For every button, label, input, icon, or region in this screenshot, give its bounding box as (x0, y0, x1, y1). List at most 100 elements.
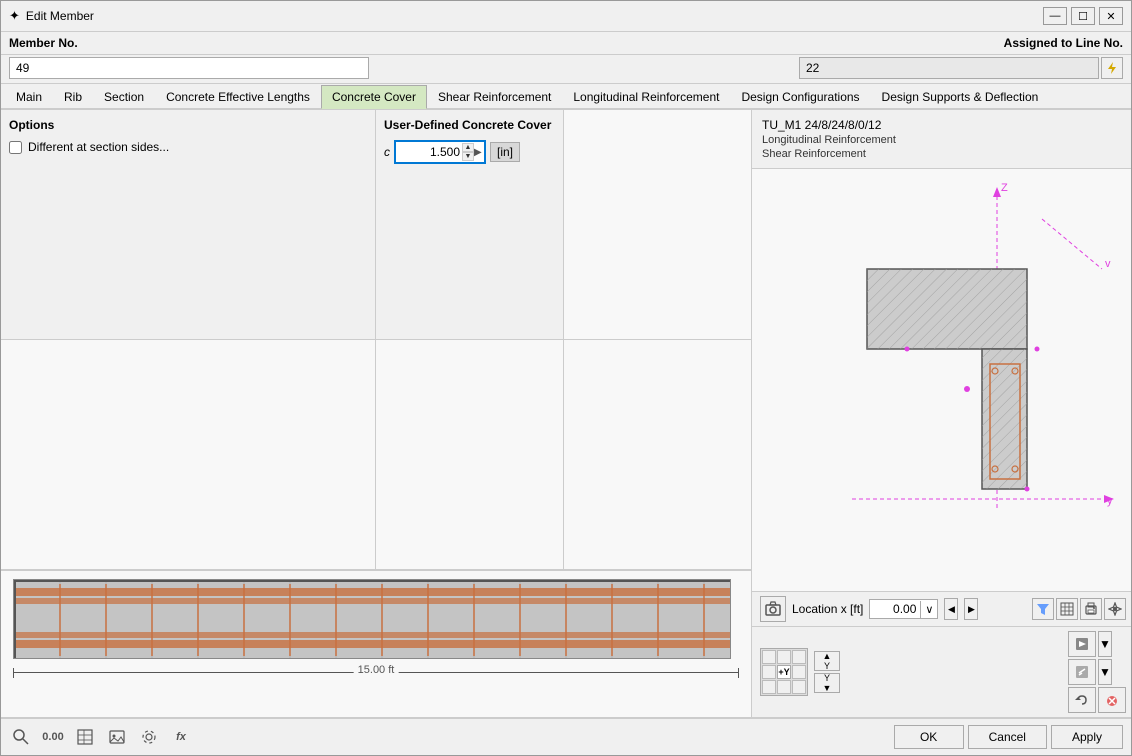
maximize-button[interactable]: ☐ (1071, 7, 1095, 25)
settings-bottom-icon[interactable] (137, 725, 161, 749)
tab-concrete-cover[interactable]: Concrete Cover (321, 85, 427, 109)
clear-button[interactable] (1098, 687, 1126, 713)
y-axis-controls: ▲Y Y▼ (814, 651, 840, 693)
location-dropdown-arrow[interactable]: ∨ (920, 601, 937, 618)
user-defined-title: User-Defined Concrete Cover (384, 118, 555, 132)
bottom-buttons: OK Cancel Apply (894, 725, 1123, 749)
location-label: Location x [ft] (792, 602, 863, 616)
window-title: Edit Member (26, 9, 94, 23)
ok-button[interactable]: OK (894, 725, 964, 749)
location-next-button[interactable]: ▶ (964, 598, 978, 620)
beam-diagram-svg (13, 579, 731, 659)
section-detail-1: Longitudinal Reinforcement (762, 134, 1124, 146)
main-window: ✦ Edit Member — ☐ ✕ Member No. Assigned … (0, 0, 1132, 756)
bottom-bar: 0.00 (1, 717, 1131, 755)
settings-button[interactable] (1104, 598, 1126, 620)
cancel-button[interactable]: Cancel (968, 725, 1047, 749)
render-options-button[interactable]: ▼ (1098, 631, 1112, 657)
edit-options-button[interactable]: ▼ (1098, 659, 1112, 685)
location-value-input[interactable]: 0.00 (870, 600, 920, 618)
cover-decrement-button[interactable]: ▼ (462, 152, 474, 161)
undo-icon (1074, 692, 1090, 708)
edit-button[interactable] (1068, 659, 1096, 685)
left-panels: Options Different at section sides... Us… (1, 110, 751, 717)
view-cube[interactable]: +Y (760, 648, 808, 696)
image-bottom-icon[interactable] (105, 725, 129, 749)
tab-design-supports[interactable]: Design Supports & Deflection (871, 85, 1050, 109)
tab-bar: Main Rib Section Concrete Effective Leng… (1, 84, 1131, 110)
cover-increment-button[interactable]: ▲ (462, 143, 474, 152)
filter-icon (1036, 602, 1050, 616)
view-icon-button[interactable] (760, 596, 786, 622)
tab-shear[interactable]: Shear Reinforcement (427, 85, 562, 109)
cover-unit: [in] (490, 142, 520, 162)
print-button[interactable] (1080, 598, 1102, 620)
svg-text:Z: Z (1001, 182, 1008, 194)
title-bar-controls: — ☐ ✕ (1043, 7, 1123, 25)
assigned-line-input[interactable]: 22 (799, 57, 1099, 79)
y-rotate-up[interactable]: ▲Y (814, 651, 840, 671)
member-label: Member No. (9, 36, 78, 50)
tab-concrete-effective[interactable]: Concrete Effective Lengths (155, 85, 321, 109)
y-rotate-down[interactable]: Y▼ (814, 673, 840, 693)
member-number-input[interactable]: 49 (9, 57, 369, 79)
minimize-button[interactable]: — (1043, 7, 1067, 25)
location-prev-button[interactable]: ◀ (944, 598, 958, 620)
section-name: TU_M1 24/8/24/8/0/12 (762, 118, 1124, 132)
assigned-line-button[interactable] (1101, 57, 1123, 79)
beam-container: 15.00 ft (13, 579, 739, 684)
magnifier-icon (12, 728, 30, 746)
undo-button[interactable] (1068, 687, 1096, 713)
beam-length-label: 15.00 ft (354, 664, 399, 676)
svg-text:v: v (1105, 258, 1111, 270)
print-icon (1084, 602, 1098, 616)
top-panels: Options Different at section sides... Us… (1, 110, 751, 340)
different-sides-label: Different at section sides... (28, 140, 169, 154)
main-content: Options Different at section sides... Us… (1, 110, 1131, 717)
view-left-controls: +Y ▲Y Y▼ (760, 631, 840, 713)
camera-icon (765, 601, 781, 617)
apply-button[interactable]: Apply (1051, 725, 1123, 749)
cover-value-input[interactable]: 1.500 (400, 145, 460, 159)
different-sides-checkbox[interactable] (9, 141, 22, 154)
filter-button[interactable] (1032, 598, 1054, 620)
render-button[interactable] (1068, 631, 1096, 657)
table-bottom-icon-svg (76, 728, 94, 746)
bottom-icons: 0.00 (9, 725, 193, 749)
tab-longitudinal[interactable]: Longitudinal Reinforcement (562, 85, 730, 109)
tab-design-config[interactable]: Design Configurations (730, 85, 870, 109)
section-diagram: Z v y (752, 169, 1131, 591)
dimension-line: 15.00 ft (13, 664, 739, 684)
table-icon (1060, 602, 1074, 616)
number-bottom-icon[interactable]: 0.00 (41, 725, 65, 749)
cover-arrow-btn[interactable]: ▶ (474, 147, 480, 158)
assigned-label: Assigned to Line No. (1004, 36, 1123, 50)
lightning-icon (1105, 61, 1119, 75)
empty-panel-mid-right (564, 340, 751, 569)
section-diagram-svg: Z v y (752, 169, 1131, 549)
section-detail-2: Shear Reinforcement (762, 148, 1124, 160)
action-row-1: ▼ (1068, 631, 1126, 657)
options-title: Options (9, 118, 367, 132)
bottom-view: 15.00 ft (1, 570, 751, 717)
tab-rib[interactable]: Rib (53, 85, 93, 109)
clear-icon (1104, 692, 1120, 708)
location-input-wrapper: 0.00 ∨ (869, 599, 938, 619)
tab-main[interactable]: Main (5, 85, 53, 109)
empty-panel-mid-center (376, 340, 564, 569)
formula-bottom-icon[interactable]: fx (169, 725, 193, 749)
close-button[interactable]: ✕ (1099, 7, 1123, 25)
search-bottom-icon[interactable] (9, 725, 33, 749)
action-row-3 (1068, 687, 1126, 713)
empty-panel-mid-left (1, 340, 376, 569)
different-sides-row: Different at section sides... (9, 140, 367, 154)
action-row-2: ▼ (1068, 659, 1126, 685)
table-bottom-icon[interactable] (73, 725, 97, 749)
table-button[interactable] (1056, 598, 1078, 620)
cover-field-label: c (384, 145, 390, 159)
edit-icon (1074, 664, 1090, 680)
cover-input-row: c 1.500 ▲ ▼ ▶ [in] (384, 140, 555, 164)
action-buttons: ▼ ▼ (1068, 631, 1126, 713)
render-icon (1074, 636, 1090, 652)
tab-section[interactable]: Section (93, 85, 155, 109)
